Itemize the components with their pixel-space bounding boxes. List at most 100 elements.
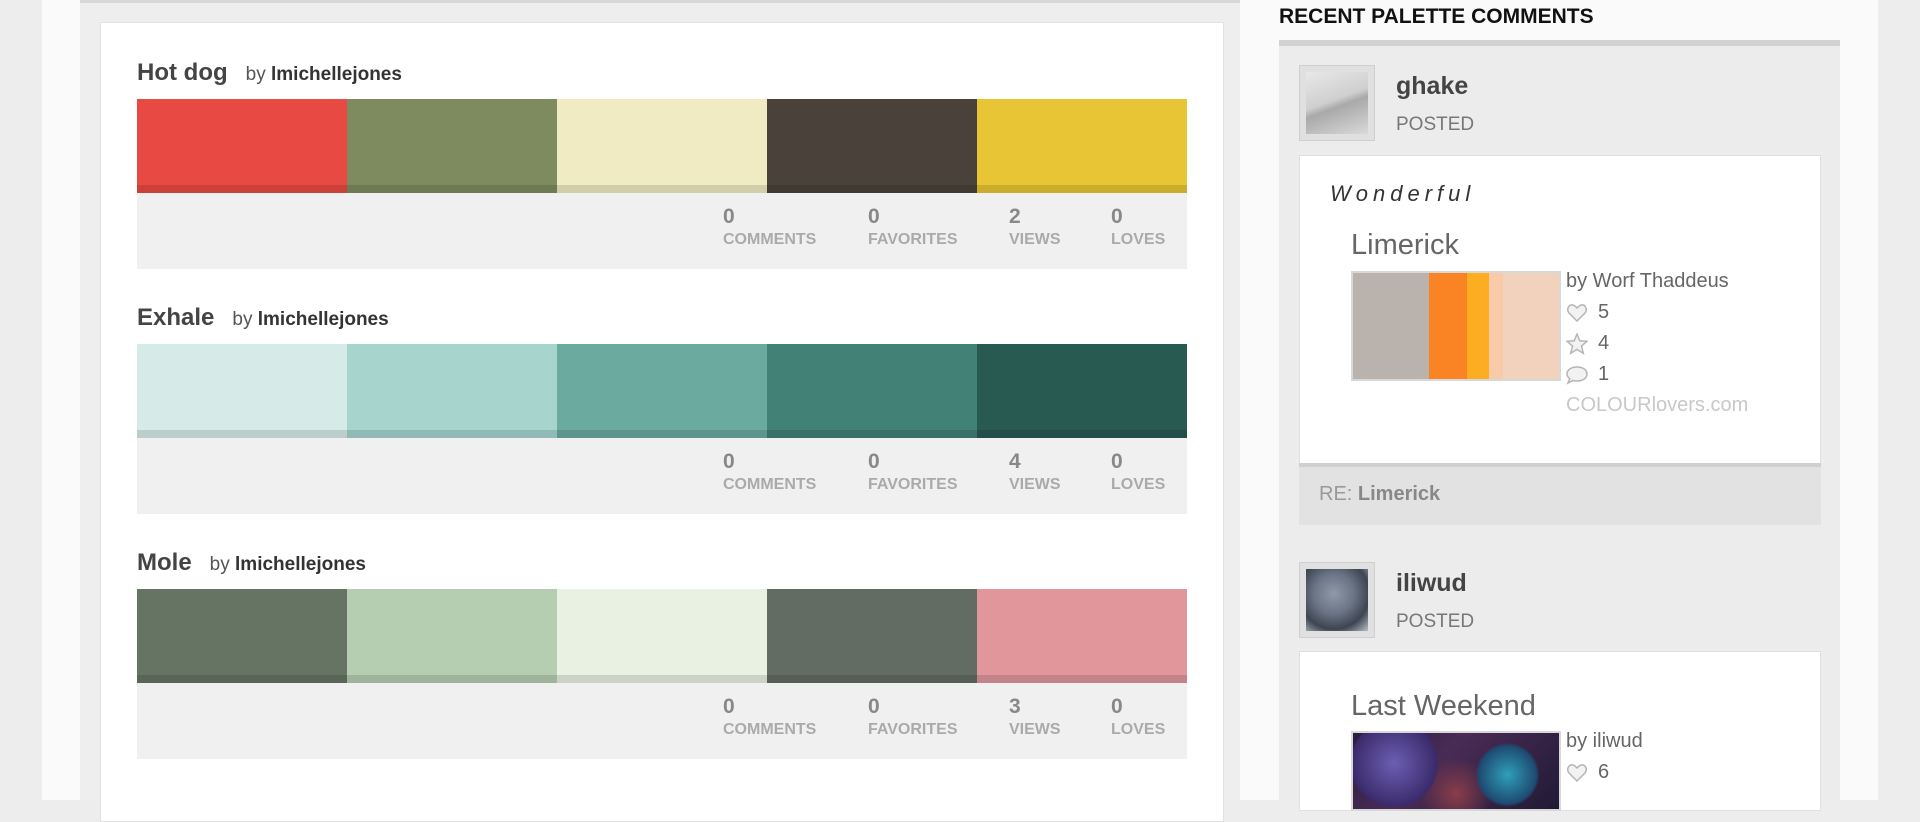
stat-value: 0 <box>868 450 880 473</box>
palette-author-link[interactable]: lmichellejones <box>235 554 366 575</box>
stat-label: VIEWS <box>1009 476 1061 493</box>
palette-stats: 0 COMMENTS 0 FAVORITES 4 VIEWS 0 LOVES <box>137 438 1187 514</box>
palette-item: Hot dog by lmichellejones 0 COMMENTS 0 FAV… <box>137 59 1187 269</box>
comment-action: POSTED <box>1396 114 1475 135</box>
byline-prefix: by <box>245 64 266 85</box>
comment-username[interactable]: iliwud <box>1396 569 1467 598</box>
referenced-palette-meta: by Worf Thaddeus 5 4 1 COLOURlovers.com <box>1566 266 1748 421</box>
stat-favorites: 0 FAVORITES <box>868 205 958 249</box>
palette-title[interactable]: Hot dog <box>137 59 228 87</box>
thumb-color <box>1503 273 1559 379</box>
thumb-color <box>1489 273 1503 379</box>
color-swatch[interactable] <box>137 344 347 438</box>
re-palette-link[interactable]: Limerick <box>1358 483 1440 505</box>
stat-loves: 0 LOVES <box>1111 205 1165 249</box>
loves-count: 5 <box>1598 301 1610 323</box>
byline-prefix: by <box>209 554 230 575</box>
stat-value: 0 <box>868 695 880 718</box>
colourlovers-brand: COLOURlovers.com <box>1566 394 1749 416</box>
palette-header: Mole by lmichellejones <box>137 549 1187 589</box>
byline-prefix: by <box>232 309 253 330</box>
stat-views: 4 VIEWS <box>1009 450 1061 494</box>
palette-swatches[interactable] <box>137 589 1187 683</box>
stat-label: LOVES <box>1111 721 1166 738</box>
color-swatch[interactable] <box>977 589 1187 683</box>
stat-comments: 0 COMMENTS <box>723 205 816 249</box>
palette-title[interactable]: Mole <box>137 549 192 577</box>
palette-author-link[interactable]: lmichellejones <box>258 309 389 330</box>
palette-header: Exhale by lmichellejones <box>137 304 1187 344</box>
stat-label: LOVES <box>1111 231 1166 248</box>
stat-label: VIEWS <box>1009 231 1061 248</box>
stat-label: COMMENTS <box>723 231 817 248</box>
stat-views: 2 VIEWS <box>1009 205 1061 249</box>
comments-count: 1 <box>1598 363 1610 385</box>
stat-label: COMMENTS <box>723 476 817 493</box>
color-swatch[interactable] <box>767 99 977 193</box>
comments-row: 1 <box>1566 359 1748 390</box>
stat-value: 0 <box>723 205 735 228</box>
stat-value: 2 <box>1009 205 1021 228</box>
palette-swatches[interactable] <box>137 344 1187 438</box>
palette-author-link[interactable]: lmichellejones <box>271 64 402 85</box>
thumb-color <box>1353 273 1429 379</box>
heart-icon <box>1566 302 1588 324</box>
color-swatch[interactable] <box>347 344 557 438</box>
referenced-palette-author[interactable]: by iliwud <box>1566 726 1643 757</box>
stat-comments: 0 COMMENTS <box>723 450 816 494</box>
referenced-palette-meta: by iliwud 6 <box>1566 726 1643 788</box>
color-swatch[interactable] <box>137 589 347 683</box>
color-swatch[interactable] <box>977 99 1187 193</box>
comment-text: Wonderful <box>1330 181 1476 206</box>
loves-count: 6 <box>1598 761 1610 783</box>
stat-value: 0 <box>1111 450 1123 473</box>
color-swatch[interactable] <box>347 589 557 683</box>
color-swatch[interactable] <box>767 589 977 683</box>
stat-loves: 0 LOVES <box>1111 695 1165 739</box>
user-avatar-icon[interactable] <box>1299 65 1375 141</box>
loves-row: 5 <box>1566 297 1748 328</box>
heart-icon <box>1566 762 1588 784</box>
user-avatar-icon[interactable] <box>1299 562 1375 638</box>
stat-comments: 0 COMMENTS <box>723 695 816 739</box>
color-swatch[interactable] <box>977 344 1187 438</box>
color-swatch[interactable] <box>347 99 557 193</box>
palette-stats: 0 COMMENTS 0 FAVORITES 3 VIEWS 0 LOVES <box>137 683 1187 759</box>
stat-value: 0 <box>868 205 880 228</box>
stat-value: 0 <box>723 450 735 473</box>
stat-favorites: 0 FAVORITES <box>868 695 958 739</box>
stat-value: 4 <box>1009 450 1021 473</box>
thumb-color <box>1467 273 1489 379</box>
thumb-color <box>1429 273 1467 379</box>
stat-value: 0 <box>1111 205 1123 228</box>
stat-value: 0 <box>1111 695 1123 718</box>
palette-stats: 0 COMMENTS 0 FAVORITES 2 VIEWS 0 LOVES <box>137 193 1187 269</box>
color-swatch[interactable] <box>557 589 767 683</box>
re-prefix: RE: <box>1319 483 1353 505</box>
comment-username[interactable]: ghake <box>1396 72 1468 101</box>
palette-swatches[interactable] <box>137 99 1187 193</box>
stat-label: LOVES <box>1111 476 1166 493</box>
palette-item: Exhale by lmichellejones 0 COMMENTS 0 FAVO… <box>137 304 1187 514</box>
stat-label: FAVORITES <box>868 721 958 738</box>
referenced-palette-title[interactable]: Limerick <box>1351 229 1459 262</box>
color-swatch[interactable] <box>557 344 767 438</box>
color-swatch[interactable] <box>767 344 977 438</box>
stat-views: 3 VIEWS <box>1009 695 1061 739</box>
color-swatch[interactable] <box>557 99 767 193</box>
palette-title[interactable]: Exhale <box>137 304 214 332</box>
referenced-palette-author[interactable]: by Worf Thaddeus <box>1566 266 1748 297</box>
palette-byline: by lmichellejones <box>232 309 388 331</box>
stat-label: COMMENTS <box>723 721 817 738</box>
stat-label: FAVORITES <box>868 231 958 248</box>
palette-byline: by lmichellejones <box>246 64 402 86</box>
favorites-row: 4 <box>1566 328 1748 359</box>
stat-favorites: 0 FAVORITES <box>868 450 958 494</box>
palette-header: Hot dog by lmichellejones <box>137 59 1187 99</box>
referenced-palette-title[interactable]: Last Weekend <box>1351 690 1536 723</box>
reply-reference-bar[interactable]: RE: Limerick <box>1299 463 1821 525</box>
color-swatch[interactable] <box>137 99 347 193</box>
referenced-palette-thumbnail[interactable] <box>1351 271 1561 381</box>
stat-label: FAVORITES <box>868 476 958 493</box>
referenced-palette-thumbnail[interactable] <box>1351 731 1561 811</box>
